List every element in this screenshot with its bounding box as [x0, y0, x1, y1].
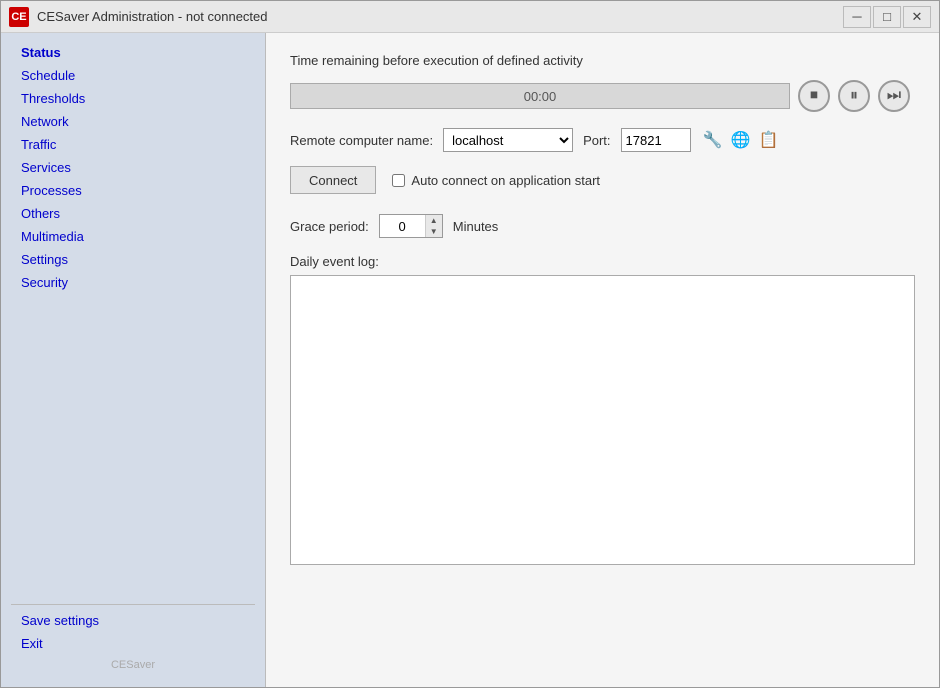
- sidebar-item-network[interactable]: Network: [1, 110, 265, 133]
- sidebar-bottom: Save settings Exit CESaver: [1, 600, 265, 679]
- pause-button[interactable]: ⏸: [838, 80, 870, 112]
- title-bar: CE CESaver Administration - not connecte…: [1, 1, 939, 33]
- app-icon: CE: [9, 7, 29, 27]
- sidebar-item-security[interactable]: Security: [1, 271, 265, 294]
- filter-icon[interactable]: 🔧: [701, 128, 725, 152]
- spinner-up-button[interactable]: ▲: [426, 215, 442, 226]
- list-icon[interactable]: 📋: [757, 128, 781, 152]
- globe-icon[interactable]: 🌐: [729, 128, 753, 152]
- main-panel: Time remaining before execution of defin…: [266, 33, 939, 687]
- connection-row: Remote computer name: localhost Port: 🔧 …: [290, 128, 915, 152]
- sidebar-item-save-settings[interactable]: Save settings: [1, 609, 265, 632]
- daily-event-log-label: Daily event log:: [290, 254, 915, 269]
- port-input[interactable]: [621, 128, 691, 152]
- sidebar-item-others[interactable]: Others: [1, 202, 265, 225]
- timer-row: 00:00 ⏹ ⏸ ⏭: [290, 80, 915, 112]
- grace-period-spinner[interactable]: ▲ ▼: [379, 214, 443, 238]
- time-remaining-label: Time remaining before execution of defin…: [290, 53, 915, 68]
- window-title: CESaver Administration - not connected: [37, 9, 843, 24]
- grace-period-input[interactable]: [380, 215, 425, 237]
- auto-connect-label[interactable]: Auto connect on application start: [392, 173, 600, 188]
- close-button[interactable]: ✕: [903, 6, 931, 28]
- sidebar-item-status[interactable]: Status: [1, 41, 265, 64]
- auto-connect-checkbox[interactable]: [392, 174, 405, 187]
- sidebar-item-services[interactable]: Services: [1, 156, 265, 179]
- next-button[interactable]: ⏭: [878, 80, 910, 112]
- spinner-buttons: ▲ ▼: [425, 215, 442, 237]
- window-controls: ─ □ ✕: [843, 6, 931, 28]
- action-icons: 🔧 🌐 📋: [701, 128, 781, 152]
- port-label: Port:: [583, 133, 610, 148]
- maximize-button[interactable]: □: [873, 6, 901, 28]
- pause-icon: ⏸: [850, 87, 858, 105]
- minimize-button[interactable]: ─: [843, 6, 871, 28]
- spinner-down-button[interactable]: ▼: [426, 226, 442, 237]
- content-area: Status Schedule Thresholds Network Traff…: [1, 33, 939, 687]
- sidebar-item-multimedia[interactable]: Multimedia: [1, 225, 265, 248]
- grace-period-label: Grace period:: [290, 219, 369, 234]
- sidebar-divider: [11, 604, 255, 605]
- stop-icon: ⏹: [810, 87, 818, 105]
- remote-computer-label: Remote computer name:: [290, 133, 433, 148]
- sidebar-item-settings[interactable]: Settings: [1, 248, 265, 271]
- sidebar-item-processes[interactable]: Processes: [1, 179, 265, 202]
- connect-row: Connect Auto connect on application star…: [290, 166, 915, 194]
- sidebar-item-traffic[interactable]: Traffic: [1, 133, 265, 156]
- connect-button[interactable]: Connect: [290, 166, 376, 194]
- sidebar-item-thresholds[interactable]: Thresholds: [1, 87, 265, 110]
- minutes-label: Minutes: [453, 219, 499, 234]
- sidebar-item-exit[interactable]: Exit: [1, 632, 265, 655]
- sidebar-item-schedule[interactable]: Schedule: [1, 64, 265, 87]
- auto-connect-text: Auto connect on application start: [411, 173, 600, 188]
- main-window: CE CESaver Administration - not connecte…: [0, 0, 940, 688]
- next-icon: ⏭: [887, 87, 901, 105]
- log-area-wrapper: [290, 275, 915, 568]
- sidebar: Status Schedule Thresholds Network Traff…: [1, 33, 266, 687]
- remote-computer-select[interactable]: localhost: [443, 128, 573, 152]
- stop-button[interactable]: ⏹: [798, 80, 830, 112]
- grace-period-row: Grace period: ▲ ▼ Minutes: [290, 214, 915, 238]
- sidebar-footer: CESaver: [1, 655, 265, 671]
- log-area[interactable]: [290, 275, 915, 565]
- timer-bar: 00:00: [290, 83, 790, 109]
